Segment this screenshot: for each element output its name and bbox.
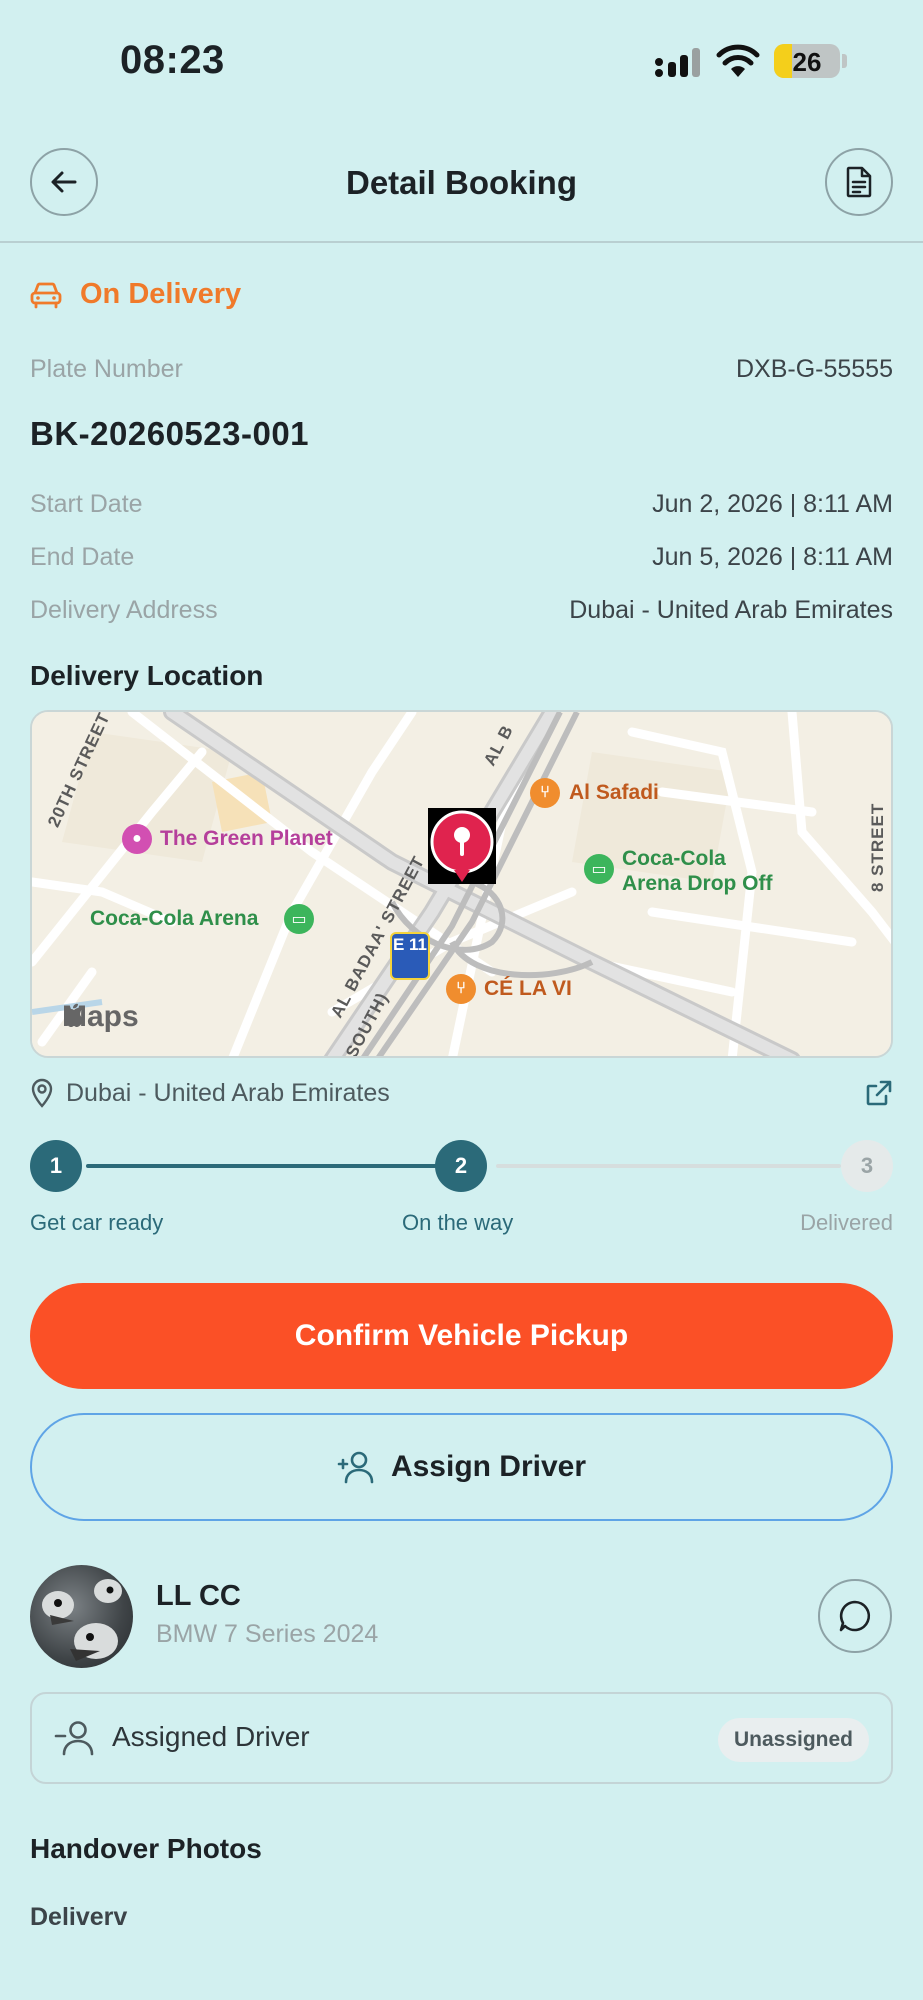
- map-address-text: Dubai - United Arab Emirates: [66, 1078, 390, 1107]
- drop-off-poi-icon: ▭: [584, 854, 614, 884]
- external-link-icon[interactable]: [865, 1079, 893, 1107]
- delivery-address-label: Delivery Address: [30, 596, 218, 624]
- restaurant-poi-icon: ⑂: [530, 778, 560, 808]
- step-3-label: Delivered: [800, 1210, 893, 1235]
- start-date-value: Jun 2, 2026 | 8:11 AM: [652, 490, 893, 518]
- assigned-driver-label: Assigned Driver: [112, 1721, 310, 1752]
- delivery-address-value: Dubai - United Arab Emirates: [569, 596, 893, 624]
- document-icon: [846, 166, 872, 198]
- step-connector-2: [496, 1164, 841, 1168]
- battery-icon: 26: [774, 44, 840, 78]
- restaurant-poi-icon-2: ⑂: [446, 974, 476, 1004]
- map-address: Dubai - United Arab Emirates: [30, 1078, 390, 1108]
- poi-drop-off-line1: Coca-Cola: [622, 847, 726, 870]
- delivery-map[interactable]: 20TH STREET AL BADAA' STREET 8 STREET AL…: [30, 710, 893, 1058]
- delivery-location-title: Delivery Location: [30, 660, 264, 691]
- customer-car: BMW 7 Series 2024: [156, 1620, 379, 1648]
- document-button[interactable]: [825, 148, 893, 216]
- status-label: On Delivery: [80, 278, 242, 310]
- header-divider: [0, 241, 923, 243]
- assigned-driver-card[interactable]: Assigned Driver Unassigned: [30, 1692, 893, 1784]
- poi-drop-off-line2: Arena Drop Off: [622, 872, 773, 895]
- poi-ce-la-vi: CÉ LA VI: [484, 977, 572, 1000]
- delivery-address-row: Delivery Address Dubai - United Arab Emi…: [30, 596, 893, 625]
- elephant-poi-icon: ●: [122, 824, 152, 854]
- add-user-icon: [337, 1451, 374, 1484]
- clock: 08:23: [120, 38, 225, 82]
- apple-maps-logo: Maps: [62, 1000, 139, 1034]
- chat-bubble-icon: [839, 1600, 871, 1632]
- plate-label: Plate Number: [30, 355, 183, 383]
- poi-coca-cola-arena: Coca-Cola Arena: [90, 907, 259, 930]
- status-bar: 08:23 26: [0, 0, 923, 120]
- step-3-circle: 3: [841, 1140, 893, 1192]
- start-date-label: Start Date: [30, 490, 143, 518]
- delivery-progress-stepper: 1 2 3 Get car ready On the way Delivered: [30, 1140, 893, 1240]
- app-header: Detail Booking: [0, 148, 923, 242]
- booking-id: BK-20260523-001: [30, 415, 310, 452]
- step-connector-1: [86, 1164, 456, 1168]
- confirm-vehicle-pickup-button[interactable]: Confirm Vehicle Pickup: [30, 1283, 893, 1389]
- chat-button[interactable]: [818, 1579, 892, 1653]
- arena-poi-icon: ▭: [284, 904, 314, 934]
- highway-shield-icon: E 11: [390, 932, 430, 980]
- step-1-circle: 1: [30, 1140, 82, 1192]
- handover-photos-title: Handover Photos: [30, 1833, 262, 1864]
- customer-name: LL CC: [156, 1580, 241, 1612]
- battery-tip: [842, 54, 847, 68]
- customer-avatar: [30, 1565, 133, 1668]
- street-label-8th: 8 STREET: [868, 802, 887, 892]
- page-title: Detail Booking: [345, 164, 578, 201]
- end-date-label: End Date: [30, 543, 135, 571]
- poi-drop-off: Coca-Cola Arena Drop Off: [622, 846, 773, 896]
- poi-al-safadi: Al Safadi: [569, 781, 659, 804]
- detail-booking-screen: 08:23 26 Detail Booking On Delivery Plat…: [0, 0, 923, 2000]
- step-1-label: Get car ready: [30, 1210, 164, 1235]
- assign-driver-label: Assign Driver: [390, 1450, 587, 1483]
- plate-row: Plate Number DXB-G-55555: [30, 355, 893, 384]
- penguin-avatar-image: [42, 1579, 122, 1661]
- start-date-row: Start Date Jun 2, 2026 | 8:11 AM: [30, 490, 893, 519]
- end-date-value: Jun 5, 2026 | 8:11 AM: [652, 543, 893, 571]
- plate-value: DXB-G-55555: [735, 355, 893, 383]
- handover-delivery-subtitle: Deliverv: [30, 1903, 128, 1931]
- car-icon: [30, 282, 62, 308]
- booking-status: On Delivery: [30, 278, 241, 311]
- apple-logo-icon: [64, 1003, 84, 1027]
- location-pin-icon: [428, 808, 496, 884]
- remove-user-icon: [54, 1721, 94, 1756]
- wifi-icon: [716, 44, 760, 77]
- poi-the-green-planet: The Green Planet: [160, 827, 333, 850]
- step-2-label: On the way: [402, 1210, 514, 1235]
- location-icon: [31, 1078, 53, 1108]
- assign-driver-button[interactable]: Assign Driver: [30, 1413, 893, 1521]
- end-date-row: End Date Jun 5, 2026 | 8:11 AM: [30, 543, 893, 572]
- battery-percent: 26: [792, 47, 822, 77]
- driver-status-badge: Unassigned: [717, 1718, 869, 1762]
- step-2-circle: 2: [435, 1140, 487, 1192]
- map-address-row: Dubai - United Arab Emirates: [30, 1075, 893, 1111]
- cellular-signal-icon: [655, 48, 700, 77]
